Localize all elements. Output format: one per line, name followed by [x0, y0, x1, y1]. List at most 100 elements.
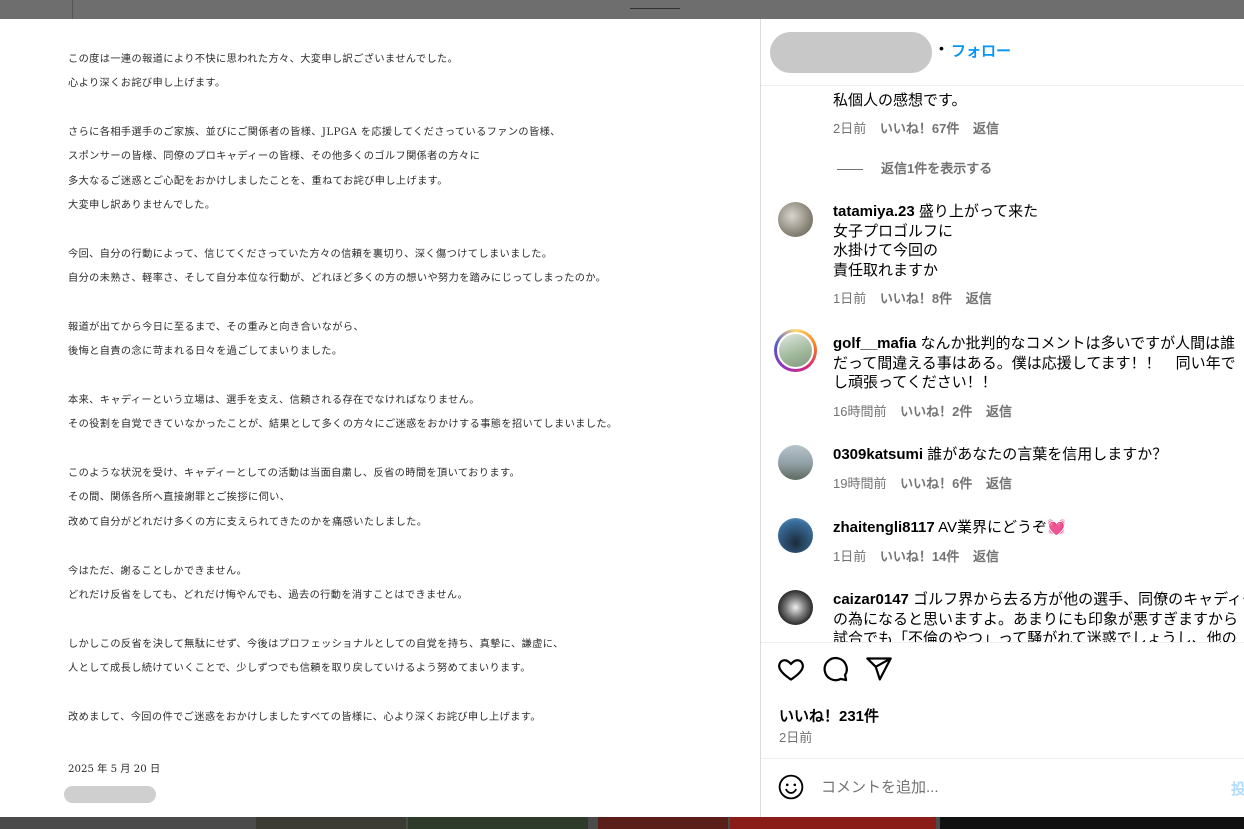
avatar [777, 332, 814, 369]
comment-meta: 1日前 いいね！8件 返信 [833, 288, 1038, 307]
reply-button[interactable]: 返信 [966, 291, 992, 306]
doc-date: 2025 年 5 月 20 日 [68, 764, 161, 775]
doc-line: 今はただ、謝ることしかできません。 [68, 566, 248, 577]
post-image-document: この度は一連の報道により不快に思われた方々、大変申し訳ございませんでした。 心よ… [0, 19, 760, 817]
reply-button[interactable]: 返信 [973, 549, 999, 564]
comment-time: 1日前 [833, 291, 867, 306]
comment-username[interactable]: golf__mafia [833, 335, 916, 352]
avatar-story-ring[interactable] [774, 329, 817, 372]
comment-item: zhaitengli8117 AV業界にどうぞ💓 1日前 いいね！14件 返信 [833, 518, 1066, 565]
doc-line: 本来、キャディーという立場は、選手を支え、信頼される存在でなければなりません。 [68, 395, 480, 406]
thumbnail[interactable] [940, 817, 1244, 829]
comment-meta: 16時間前 いいね！2件 返信 [833, 401, 1236, 420]
comment-body: golf__mafia なんか批判的なコメントは多いですが人間は誰 [833, 334, 1236, 354]
view-replies-button[interactable]: 返信1件を表示する [837, 158, 992, 177]
comment-line: 盛り上がって来た [918, 203, 1039, 220]
view-replies-label: 返信1件を表示する [881, 161, 993, 176]
comment-text: 私個人の感想です。 [833, 92, 967, 109]
post-modal: この度は一連の報道により不快に思われた方々、大変申し訳ございませんでした。 心よ… [0, 19, 1244, 817]
post-actions: いいね！231件 2日前 [761, 643, 1244, 758]
reply-button[interactable]: 返信 [986, 476, 1012, 491]
doc-line: 報道が出てから今日に至るまで、その重みと向き合いながら、 [68, 322, 365, 333]
comment-time: 19時間前 [833, 475, 887, 491]
doc-line: 今回、自分の行動によって、信じてくださっていた方々の信頼を裏切り、深く傷つけてし… [68, 249, 553, 260]
doc-line: どれだけ反省をしても、どれだけ悔やんでも、過去の行動を消すことはできません。 [68, 590, 469, 602]
comment-item: caizar0147 ゴルフ界から去る方が他の選手、同僚のキャディー の為になる… [833, 590, 1244, 643]
comment-line: ゴルフ界から去る方が他の選手、同僚のキャディー [913, 591, 1244, 608]
reply-button[interactable]: 返信 [973, 121, 999, 136]
avatar[interactable] [778, 202, 813, 237]
comment-body: 0309katsumi 誰があなたの言葉を信用しますか？ [833, 445, 1167, 465]
add-comment-bar: 投稿する [761, 758, 1244, 817]
comment-line: し頑張ってください！！ [833, 374, 997, 391]
backdrop-top [0, 0, 1244, 19]
comment-username[interactable]: zhaitengli8117 [833, 519, 935, 536]
comment-meta: 1日前 いいね！14件 返信 [833, 546, 1066, 565]
post-comment-button[interactable]: 投稿する [1231, 778, 1244, 799]
comment-time: 1日前 [833, 548, 867, 564]
separator-dot: • [939, 40, 944, 56]
doc-line: その役割を自覚できていなかったことが、結果として多くの方々にご迷惑をおかけする事… [68, 419, 618, 431]
comment-line: 試合でも「不倫のやつ」って騒がれて迷惑でしょうし、他の [833, 630, 1237, 643]
doc-line: このような状況を受け、キャディーとしての活動は当面自粛し、反省の時間を頂いており… [68, 468, 521, 479]
comment-line: 誰があなたの言葉を信用しますか？ [927, 446, 1168, 463]
doc-line: 自分の未熟さ、軽率さ、そして自分本位な行動が、どれほど多くの方の想いや努力を踏み… [68, 273, 607, 285]
thumbnail[interactable] [598, 817, 728, 829]
doc-paragraph: 本来、キャディーという立場は、選手を支え、信頼される存在でなければなりません。 … [68, 389, 618, 438]
comment-likes[interactable]: いいね！6件 [900, 476, 972, 491]
doc-paragraph: 報道が出てから今日に至るまで、その重みと向き合いながら、 後悔と自責の念に苛まれ… [68, 316, 364, 365]
reply-button[interactable]: 返信 [986, 404, 1012, 419]
comment-body: tatamiya.23 盛り上がって来た [833, 202, 1038, 222]
comment-input[interactable] [821, 775, 1221, 799]
follow-button[interactable]: フォロー [951, 40, 1011, 61]
avatar[interactable] [778, 445, 813, 480]
post-likes-count[interactable]: いいね！231件 [779, 705, 879, 726]
comment-likes[interactable]: いいね！14件 [880, 549, 959, 564]
comments-panel: • フォロー 私個人の感想です。 2日前 いいね！67件 返信 返信1件を表示す… [760, 19, 1244, 817]
comment-line: 責任取れますか [833, 261, 939, 279]
doc-line: しかしこの反省を決して無駄にせず、今後はプロフェッショナルとしての自覚を持ち、真… [68, 639, 564, 650]
doc-line: さらに各相手選手のご家族、並びにご関係者の皆様、JLPGA を応援してくださって… [68, 127, 561, 138]
comment-username[interactable]: 0309katsumi [833, 446, 923, 463]
thumbnail[interactable] [408, 817, 588, 829]
doc-line: 多大なるご迷惑とご心配をおかけしましたことを、重ねてお詫び申し上げます。 [68, 175, 448, 187]
doc-paragraph: このような状況を受け、キャディーとしての活動は当面自粛し、反省の時間を頂いており… [68, 462, 520, 535]
doc-paragraph: 改めまして、今回の件でご迷惑をおかけしましたすべての皆様に、心より深くお詫び申し… [68, 706, 541, 730]
doc-paragraph: 今回、自分の行動によって、信じてくださっていた方々の信頼を裏切り、深く傷つけてし… [68, 243, 606, 292]
doc-paragraph: しかしこの反省を決して無駄にせず、今後はプロフェッショナルとしての自覚を持ち、真… [68, 633, 564, 682]
doc-paragraph: 今はただ、謝ることしかできません。 どれだけ反省をしても、どれだけ悔やんでも、過… [68, 560, 468, 609]
comment-line: なんか批判的なコメントは多いですが人間は誰 [920, 335, 1236, 352]
thumbnail[interactable] [730, 817, 936, 829]
replies-dash [837, 169, 863, 171]
doc-line: 心より深くお詫び申し上げます。 [68, 78, 226, 90]
comment-likes[interactable]: いいね！8件 [880, 291, 952, 306]
comment-username[interactable]: caizar0147 [833, 591, 909, 608]
comment-line: だって間違える事はある。僕は応援してます！！ 同い年で [833, 354, 1236, 372]
comment-meta: 2日前 いいね！67件 返信 [833, 118, 1009, 137]
comment-likes[interactable]: いいね！67件 [880, 121, 959, 136]
emoji-icon[interactable] [778, 774, 804, 800]
comment-meta: 19時間前 いいね！6件 返信 [833, 473, 1167, 492]
paper-plane-icon[interactable] [865, 655, 893, 683]
comment-item: tatamiya.23 盛り上がって来た 女子プロゴルフに 水掛けて今回の 責任… [833, 202, 1038, 307]
blurred-username[interactable] [770, 32, 932, 73]
doc-line: スポンサーの皆様、同僚のプロキャディーの皆様、その他多くのゴルフ関係者の方々に [68, 151, 481, 163]
doc-line: 人として成長し続けていくことで、少しずつでも信頼を取り戻していけるよう努めてまい… [68, 663, 531, 675]
thumbnail[interactable] [256, 817, 406, 829]
comment-likes[interactable]: いいね！2件 [900, 404, 972, 419]
backdrop-divider [72, 0, 73, 19]
backdrop-thumbnails [0, 817, 1244, 829]
avatar[interactable] [778, 590, 813, 625]
backdrop-tick [630, 8, 680, 9]
comment-username[interactable]: tatamiya.23 [833, 203, 915, 220]
comment-icon[interactable] [821, 655, 849, 683]
doc-line: 改めまして、今回の件でご迷惑をおかけしましたすべての皆様に、心より深くお詫び申し… [68, 712, 541, 723]
comment-line: 女子プロゴルフに [833, 222, 954, 240]
comment-line: AV業界にどうぞ💓 [938, 519, 1066, 536]
doc-line: その間、関係各所へ直接謝罪とご挨拶に伺い、 [68, 492, 291, 504]
comments-list[interactable]: 私個人の感想です。 2日前 いいね！67件 返信 返信1件を表示する tatam… [761, 86, 1244, 643]
post-header: • フォロー [761, 19, 1244, 86]
avatar[interactable] [778, 518, 813, 553]
comment-line: の為になると思いますよ。あまりにも印象が悪すぎますから [833, 610, 1239, 628]
heart-icon[interactable] [777, 655, 805, 683]
